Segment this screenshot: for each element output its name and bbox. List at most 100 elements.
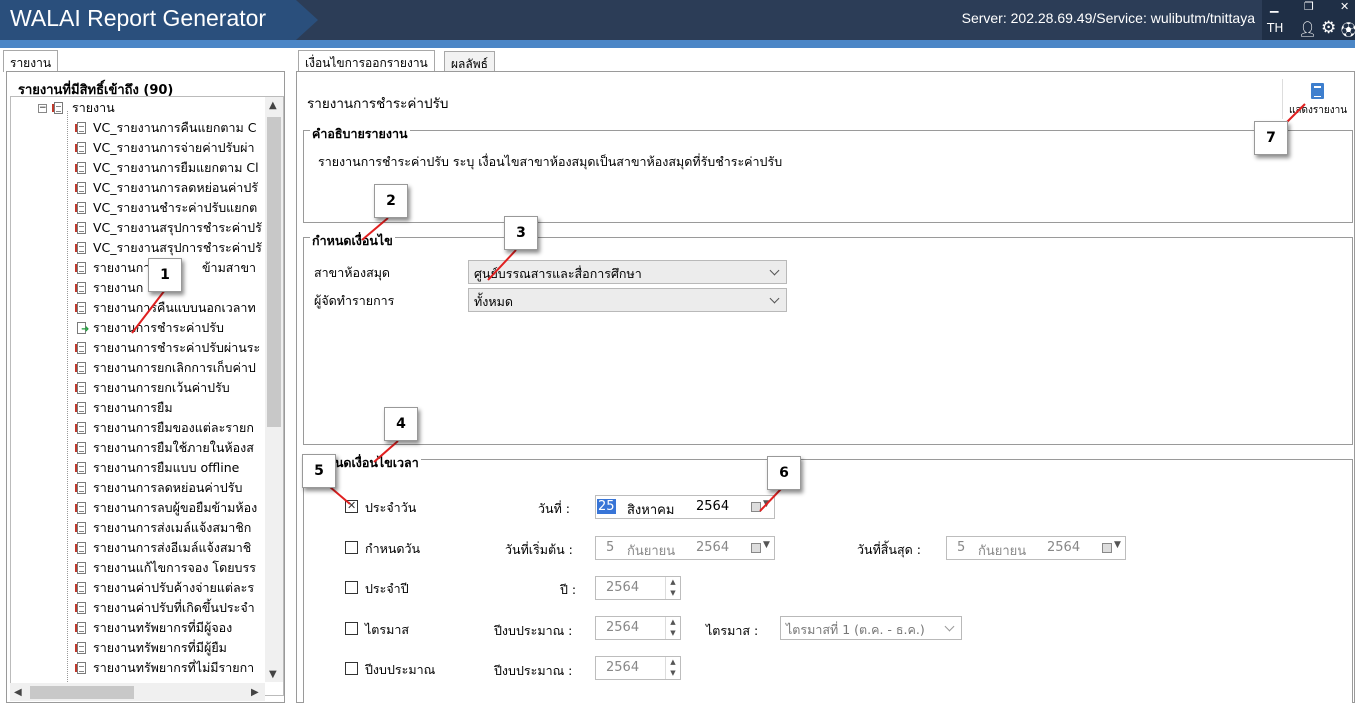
tree-scroll-thumb[interactable]	[267, 117, 281, 427]
year-stepper[interactable]: 2564 ▲ ▼	[595, 576, 681, 600]
dropdown-arrow-icon[interactable]: ▼	[763, 540, 770, 550]
tree-item-label: VC_รายงานการจ่ายค่าปรับผ่า	[93, 140, 255, 155]
tree-item-label: รายงานทรัพยากรที่มีผู้จอง	[93, 620, 233, 635]
scroll-left-icon[interactable]: ◀	[14, 687, 22, 698]
tree-item-label: รายงานการส่งอีเมล์แจ้งสมาชิ	[93, 540, 252, 555]
description-title: คำอธิบายรายงาน	[310, 124, 410, 144]
step-up-icon[interactable]: ▲	[665, 617, 680, 628]
language-button[interactable]: TH	[1267, 21, 1283, 35]
daily-month[interactable]: สิงหาคม	[627, 499, 674, 520]
server-info: Server: 202.28.69.49/Service: wulibutm/t…	[961, 10, 1255, 26]
end-date-picker[interactable]: 5 กันยายน 2564 ▼	[946, 536, 1126, 560]
report-title: รายงานการชำระค่าปรับ	[307, 96, 449, 112]
close-icon[interactable]: ✕	[1340, 0, 1349, 13]
calendar-icon[interactable]	[751, 543, 761, 553]
start-day[interactable]: 5	[606, 540, 614, 555]
start-date-picker[interactable]: 5 กันยายน 2564 ▼	[595, 536, 775, 560]
branch-select[interactable]: ศูนย์บรรณสารและสื่อการศึกษา	[468, 260, 787, 284]
daily-year[interactable]: 2564	[696, 499, 729, 514]
chevron-down-icon	[769, 265, 780, 276]
restore-icon[interactable]: ❐	[1304, 0, 1314, 13]
tab-results[interactable]: ผลลัพธ์	[444, 51, 495, 72]
fiscal-stepper[interactable]: 2564 ▲ ▼	[595, 656, 681, 680]
report-icon	[75, 402, 86, 414]
callout-7: 7	[1254, 121, 1288, 155]
end-day[interactable]: 5	[957, 540, 965, 555]
start-month[interactable]: กันยายน	[627, 540, 675, 561]
tree-item-label: รายงานการยกเว้นค่าปรับ	[93, 380, 230, 395]
daily-day[interactable]: 25	[597, 499, 616, 514]
fiscal-checkbox[interactable]	[345, 662, 358, 675]
chevron-down-icon	[944, 621, 955, 632]
tab-conditions[interactable]: เงื่อนไขการออกรายงาน	[298, 50, 435, 72]
start-year[interactable]: 2564	[696, 540, 729, 555]
tree-item-label: รายงานการยืมของแต่ละรายก	[93, 420, 254, 435]
scroll-right-icon[interactable]: ▶	[251, 687, 259, 698]
user-icon[interactable]: 👤︎	[1298, 20, 1317, 38]
quarter-select-label: ไตรมาส :	[706, 623, 759, 638]
report-icon	[75, 642, 86, 654]
tree-hscroll-thumb[interactable]	[30, 686, 134, 699]
daily-date-picker[interactable]: 25 สิงหาคม 2564 ▼	[595, 495, 775, 519]
quarter-fiscal-value: 2564	[606, 620, 640, 635]
gear-icon[interactable]: ⚙	[1321, 18, 1336, 38]
tab-reports[interactable]: รายงาน	[3, 50, 59, 72]
year-checkbox[interactable]	[345, 581, 358, 594]
minimize-icon[interactable]: ▁	[1270, 0, 1278, 13]
end-month[interactable]: กันยายน	[978, 540, 1026, 561]
quarter-checkbox[interactable]	[345, 622, 358, 635]
tree-item-label: รายงานการยกเลิกการเก็บค่าป	[93, 360, 256, 375]
dropdown-arrow-icon[interactable]: ▼	[763, 499, 770, 509]
report-icon	[75, 302, 86, 314]
range-checkbox[interactable]	[345, 541, 358, 554]
quarter-select[interactable]: ไตรมาสที่ 1 (ต.ค. - ธ.ค.)	[780, 616, 962, 640]
tree-item-label: รายงานการลดหย่อนค่าปรับ	[93, 480, 243, 495]
report-icon	[75, 222, 86, 234]
start-date-label: วันที่เริ่มต้น :	[505, 542, 573, 557]
daily-checkbox[interactable]	[345, 499, 358, 513]
scroll-down-icon[interactable]: ▼	[269, 669, 277, 680]
scroll-up-icon[interactable]: ▲	[269, 100, 277, 111]
folder-icon	[52, 102, 63, 114]
tree-item-label: VC_รายงานการลดหย่อนค่าปรั	[93, 180, 258, 195]
tree-item-label: รายงานการลบผู้ขอยืมข้ามห้อง	[93, 500, 258, 515]
end-year[interactable]: 2564	[1047, 540, 1080, 555]
branch-value: ศูนย์บรรณสารและสื่อการศึกษา	[474, 266, 642, 281]
step-down-icon[interactable]: ▼	[665, 668, 680, 679]
step-down-icon[interactable]: ▼	[665, 588, 680, 599]
tree-item-label: รายงานการยืมแบบ offline	[93, 460, 240, 475]
tree-connector	[67, 111, 68, 682]
year-value: 2564	[606, 580, 640, 595]
report-icon	[75, 362, 86, 374]
dropdown-arrow-icon[interactable]: ▼	[1114, 540, 1121, 550]
fiscal-field-label: ปีงบประมาณ :	[494, 663, 573, 678]
report-icon	[75, 142, 86, 154]
calendar-icon[interactable]	[751, 502, 761, 512]
quarter-label: ไตรมาส	[365, 622, 410, 637]
daily-label: ประจำวัน	[365, 500, 417, 515]
report-icon	[75, 342, 86, 354]
quarter-fiscal-stepper[interactable]: 2564 ▲ ▼	[595, 616, 681, 640]
callout-5: 5	[302, 454, 336, 488]
report-icon	[75, 582, 86, 594]
chevron-down-icon	[769, 293, 780, 304]
calendar-icon[interactable]	[1102, 543, 1112, 553]
creator-select[interactable]: ทั้งหมด	[468, 288, 787, 312]
report-icon	[75, 182, 86, 194]
report-icon	[1311, 83, 1324, 99]
step-up-icon[interactable]: ▲	[665, 577, 680, 588]
tree-item-partial: ข้ามสาขา	[202, 260, 257, 275]
collapse-icon[interactable]: −	[38, 104, 47, 113]
app-window: WALAI Report Generator Server: 202.28.69…	[0, 0, 1355, 703]
report-icon	[75, 662, 86, 674]
conditions-group	[303, 237, 1353, 445]
help-icon[interactable]: ⚽︎	[1341, 19, 1355, 40]
quarter-fiscal-label: ปีงบประมาณ :	[494, 623, 573, 638]
tree-item-label: รายงานการชำระค่าปรับผ่านระ	[93, 340, 261, 355]
report-icon	[75, 442, 86, 454]
step-up-icon[interactable]: ▲	[665, 657, 680, 668]
year-label: ประจำปี	[365, 581, 409, 596]
step-down-icon[interactable]: ▼	[665, 628, 680, 639]
tree-item-label: รายงานทรัพยากรที่มีผู้ยืม	[93, 640, 227, 655]
description-group	[303, 130, 1353, 223]
